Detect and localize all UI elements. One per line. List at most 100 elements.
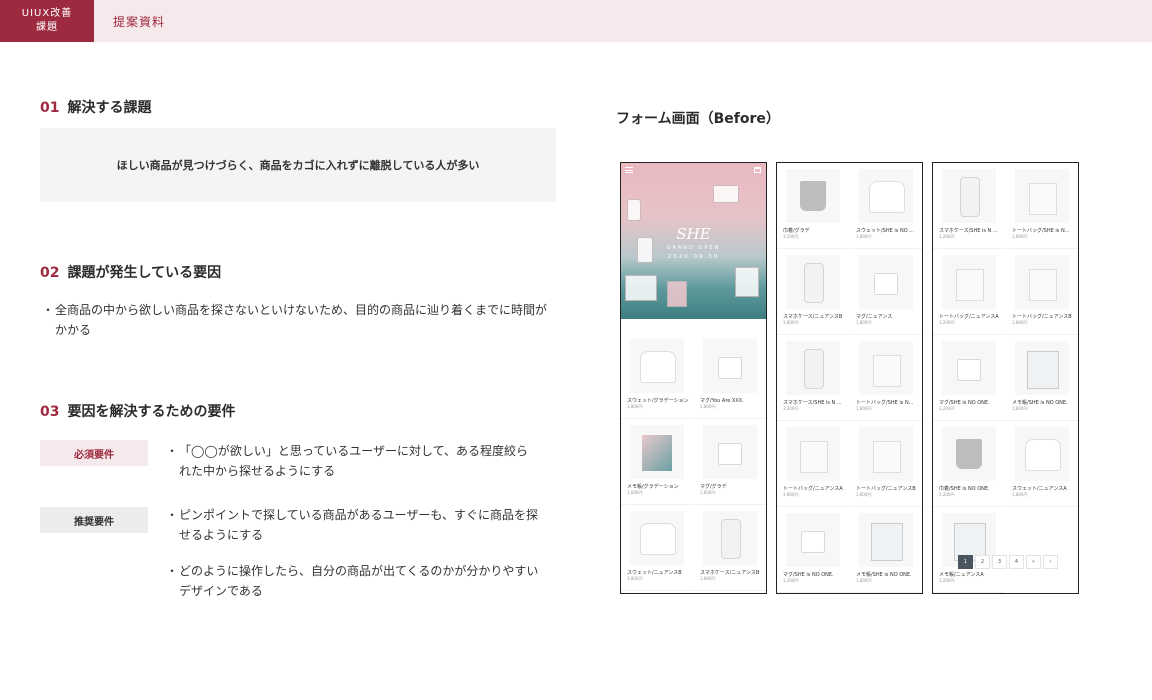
product-image <box>942 341 996 395</box>
product-name: スマホケース/ニュアンスB <box>700 570 760 576</box>
recommended-requirement-item: ・ ピンポイントで探している商品があるユーザーも、すぐに商品を探せるようにする <box>166 505 540 545</box>
product-image <box>703 425 757 479</box>
product-card[interactable]: マグ/SHE is NO ONE. 3,200円 <box>777 507 849 593</box>
cause-item: ・ 全商品の中から欲しい商品を探さないといけないため、目的の商品に辿り着くまでに… <box>42 300 554 340</box>
section-title: 解決する課題 <box>67 100 152 116</box>
product-image <box>630 425 684 479</box>
product-image <box>1015 341 1069 395</box>
product-name: メモ帳/SHE is NO ONE. <box>1012 400 1068 406</box>
product-card[interactable]: スマホケース/SHE is N ... 3,200円 <box>777 335 849 421</box>
product-name: マグ/グラデ <box>700 484 727 490</box>
section-title: 要因を解決するための要件 <box>67 404 236 420</box>
product-image <box>1015 427 1069 481</box>
product-price: 3,800円 <box>627 576 643 581</box>
product-card[interactable]: スウェット/ニュアンスA 1,800円 <box>1006 421 1078 507</box>
product-image <box>859 427 913 481</box>
hero-banner: SHE GRAND OPEN 2020.09.30 <box>621 163 766 319</box>
section-number: 02 <box>40 265 60 281</box>
product-image <box>859 255 913 309</box>
product-image <box>786 255 840 309</box>
product-card[interactable]: スマホケース/ニュアンスB 1,800円 <box>694 505 766 591</box>
product-image <box>786 427 840 481</box>
product-price: 3,200円 <box>939 320 955 325</box>
mock-screen-top: SHE GRAND OPEN 2020.09.30 スウェット/グラデーション 3… <box>620 162 767 594</box>
product-name: トートバッグ/SHE is N... <box>856 400 914 406</box>
mock-screen-middle: 巾着/グラデ 3,200円 スウェット/SHE is NO ... 1,800円 スマホ… <box>776 162 923 594</box>
product-card[interactable]: マグ/グラデ 1,800円 <box>694 419 766 505</box>
product-card[interactable]: スウェット/SHE is NO ... 1,800円 <box>850 163 922 249</box>
section-number: 01 <box>40 100 60 116</box>
product-name: メモ帳/グラデーション <box>627 484 679 490</box>
book-illustration <box>625 275 657 301</box>
product-card[interactable]: メモ帳/SHE is NO ONE. 1,800円 <box>1006 335 1078 421</box>
product-name: トートバッグ/ニュアンスB <box>1012 314 1072 320</box>
page-button[interactable]: » <box>1026 555 1041 569</box>
product-card[interactable]: マグ/SHE is NO ONE. 3,200円 <box>933 335 1005 421</box>
product-name: スウェット/ニュアンスB <box>627 570 682 576</box>
product-card[interactable]: トートバッグ/ニュアンスA 3,800円 <box>777 421 849 507</box>
product-card[interactable]: メモ帳/ニュアンスA 3,200円 <box>933 507 1005 593</box>
product-card[interactable]: 巾着/グラデ 3,200円 <box>777 163 849 249</box>
page-button[interactable]: 4 <box>1009 555 1024 569</box>
product-name: マグ/SHE is NO ONE. <box>939 400 990 406</box>
product-grid: スマホケース/SHE is N ... 3,200円 トートバッグ/SHE is N… <box>933 163 1078 593</box>
envelope-illustration <box>713 185 739 203</box>
product-grid: 巾着/グラデ 3,200円 スウェット/SHE is NO ... 1,800円 スマホ… <box>777 163 922 593</box>
bullet-mark: ・ <box>166 508 179 522</box>
product-name: メモ帳/SHE is NO ONE. <box>856 572 912 578</box>
product-card[interactable]: マグ/You Are XXX. 1,800円 <box>694 333 766 419</box>
cart-icon <box>754 167 761 173</box>
product-card[interactable]: トートバッグ/ニュアンスB 1,800円 <box>850 421 922 507</box>
product-image <box>703 511 757 565</box>
product-card[interactable]: トートバッグ/ニュアンスA 3,200円 <box>933 249 1005 335</box>
product-name: 巾着/SHE is NO ONE. <box>939 486 990 492</box>
bullet-mark: ・ <box>42 303 55 317</box>
page-button[interactable]: 2 <box>975 555 990 569</box>
product-price: 3,200円 <box>939 406 955 411</box>
product-price: 1,800円 <box>856 578 872 583</box>
page-button[interactable]: › <box>1043 555 1058 569</box>
page-button[interactable]: 3 <box>992 555 1007 569</box>
product-name: マグ/ニュアンス <box>856 314 893 320</box>
product-card[interactable]: トートバッグ/SHE is N... 1,800円 <box>1006 163 1078 249</box>
product-image <box>786 341 840 395</box>
product-name: マグ/You Are XXX. <box>700 398 744 404</box>
product-card[interactable]: マグ/ニュアンス 1,800円 <box>850 249 922 335</box>
page-button[interactable]: 1 <box>958 555 973 569</box>
must-requirement-item: ・ 「◯◯が欲しい」と思っているユーザーに対して、ある程度絞られた中から探せるよ… <box>166 441 540 481</box>
product-price: 1,800円 <box>856 492 872 497</box>
recommended-requirement-label: 推奨要件 <box>74 516 114 528</box>
product-price: 3,200円 <box>783 234 799 239</box>
must-requirement-badge: 必須要件 <box>40 440 148 466</box>
memo-illustration <box>667 281 687 307</box>
product-price: 1,800円 <box>1012 234 1028 239</box>
product-card[interactable]: 巾着/SHE is NO ONE. 3,200円 <box>933 421 1005 507</box>
bullet-mark: ・ <box>166 564 179 578</box>
product-card[interactable]: メモ帳/グラデーション 1,000円 <box>621 419 693 505</box>
product-name: トートバッグ/SHE is N... <box>1012 228 1070 234</box>
product-name: スウェット/グラデーション <box>627 398 689 404</box>
product-image <box>786 169 840 223</box>
product-image <box>703 339 757 393</box>
product-price: 1,800円 <box>700 576 716 581</box>
product-card[interactable]: スウェット/ニュアンスB 3,800円 <box>621 505 693 591</box>
product-card[interactable]: トートバッグ/SHE is N... 1,800円 <box>850 335 922 421</box>
header-bar: UIUX改善 課題 提案資料 <box>0 0 1152 42</box>
category-tag-line2: 課題 <box>36 22 58 33</box>
product-image <box>859 513 913 567</box>
problem-statement: ほしい商品が見つけづらく、商品をカゴに入れずに離脱している人が多い <box>116 159 480 172</box>
section-number: 03 <box>40 404 60 420</box>
product-card[interactable]: メモ帳/SHE is NO ONE. 1,800円 <box>850 507 922 593</box>
recommended-requirement-badge: 推奨要件 <box>40 507 148 533</box>
product-image <box>1015 169 1069 223</box>
product-image <box>942 255 996 309</box>
product-card[interactable]: スウェット/グラデーション 3,800円 <box>621 333 693 419</box>
product-price: 3,200円 <box>783 578 799 583</box>
product-price: 3,200円 <box>939 234 955 239</box>
product-name: メモ帳/ニュアンスA <box>939 572 984 578</box>
must-requirement-text: 「◯◯が欲しい」と思っているユーザーに対して、ある程度絞られた中から探せるように… <box>179 444 529 478</box>
product-card[interactable]: スマホケース/ニュアンスB 3,800円 <box>777 249 849 335</box>
product-card[interactable]: トートバッグ/ニュアンスB 1,800円 <box>1006 249 1078 335</box>
product-price: 3,800円 <box>783 492 799 497</box>
product-card[interactable]: スマホケース/SHE is N ... 3,200円 <box>933 163 1005 249</box>
